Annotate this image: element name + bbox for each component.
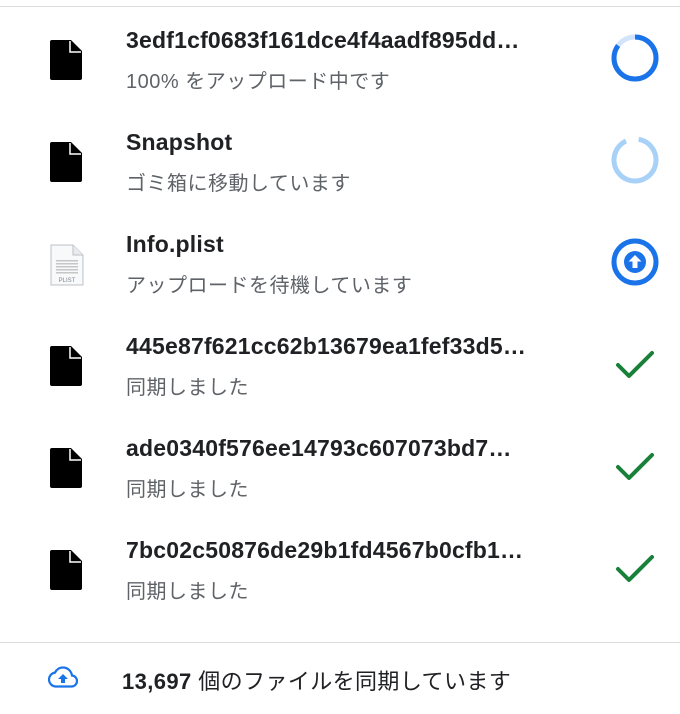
- file-name: Info.plist: [126, 231, 224, 257]
- progress-ring-icon: [609, 32, 661, 84]
- document-icon: [50, 142, 82, 182]
- sync-status-footer: 13,697 個のファイルを同期しています: [0, 643, 680, 714]
- checkmark-icon: [609, 338, 661, 390]
- cloud-upload-icon: [48, 666, 78, 690]
- file-name: 3edf1cf0683f161dce4f4aadf895dd…: [126, 27, 520, 53]
- plist-file-icon: PLIST: [50, 244, 84, 286]
- file-status: アップロードを待機しています: [126, 275, 413, 297]
- progress-ring-light-icon: [609, 134, 661, 186]
- file-name: Snapshot: [126, 129, 233, 155]
- file-row[interactable]: 3edf1cf0683f161dce4f4aadf895dd… 100% をアッ…: [0, 7, 680, 109]
- plist-label: PLIST: [59, 278, 76, 284]
- file-row[interactable]: 7bc02c50876de29b1fd4567b0cfb1… 同期しました: [0, 517, 680, 619]
- file-status: ゴミ箱に移動しています: [126, 173, 351, 195]
- upload-pending-icon: [609, 236, 661, 288]
- file-row[interactable]: Snapshot ゴミ箱に移動しています: [0, 109, 680, 211]
- file-status: 同期しました: [126, 377, 249, 399]
- document-icon: [50, 550, 82, 590]
- checkmark-icon: [609, 440, 661, 492]
- file-name: 445e87f621cc62b13679ea1fef33d5…: [126, 333, 527, 359]
- document-icon: [50, 40, 82, 80]
- file-name: 7bc02c50876de29b1fd4567b0cfb1…: [126, 537, 524, 563]
- file-row[interactable]: ade0340f576ee14793c607073bd7… 同期しました: [0, 415, 680, 517]
- file-row[interactable]: 445e87f621cc62b13679ea1fef33d5… 同期しました: [0, 313, 680, 415]
- file-name: ade0340f576ee14793c607073bd7…: [126, 435, 512, 461]
- sync-file-count: 13,697: [122, 669, 192, 694]
- file-status: 100% をアップロード中です: [126, 71, 391, 93]
- document-icon: [50, 346, 82, 386]
- file-status: 同期しました: [126, 581, 249, 603]
- sync-file-list: 3edf1cf0683f161dce4f4aadf895dd… 100% をアッ…: [0, 7, 680, 619]
- file-row[interactable]: PLIST Info.plist アップロードを待機しています: [0, 211, 680, 313]
- sync-summary-label: 個のファイルを同期しています: [191, 669, 512, 694]
- checkmark-icon: [609, 542, 661, 594]
- sync-summary: 13,697 個のファイルを同期しています: [122, 664, 511, 696]
- document-icon: [50, 448, 82, 488]
- file-status: 同期しました: [126, 479, 249, 501]
